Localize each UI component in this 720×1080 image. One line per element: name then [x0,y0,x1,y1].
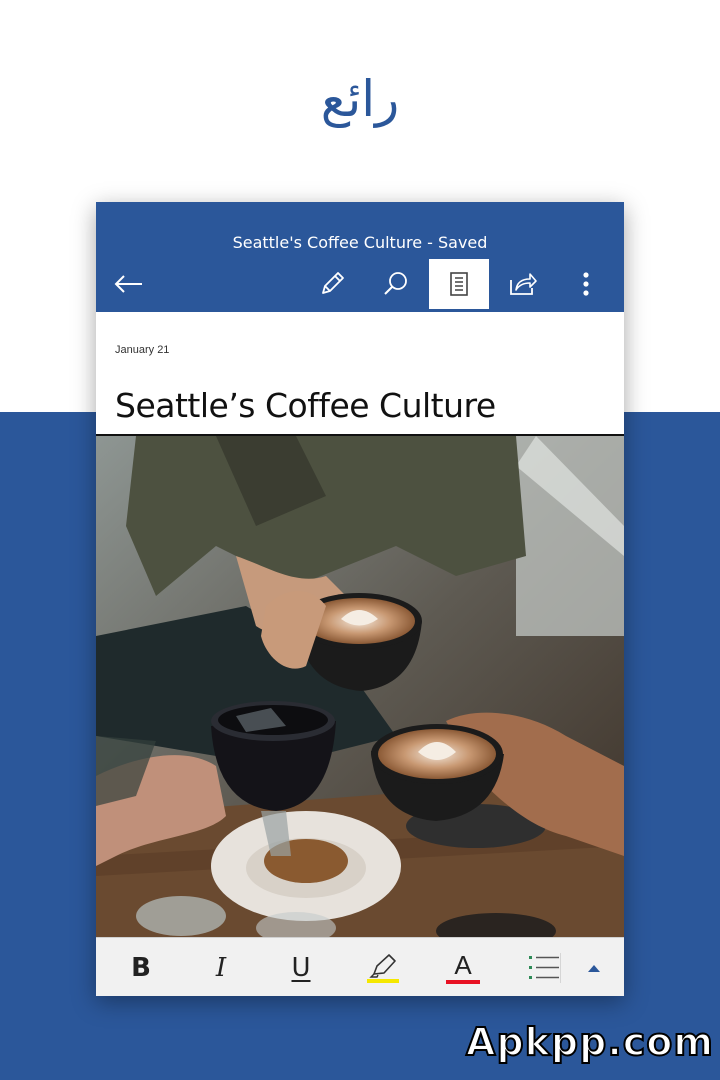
back-button[interactable] [104,260,152,308]
document-photo[interactable] [96,434,624,939]
pencil-icon [322,272,344,294]
document-heading[interactable]: Seattle’s Coffee Culture [115,386,496,425]
reading-view-icon [450,272,468,296]
app-screen: Seattle's Coffee Culture - Saved January… [96,202,624,996]
document-header: January 21 Seattle’s Coffee Culture [96,312,624,436]
search-button[interactable] [372,260,420,308]
edit-button[interactable] [308,260,356,308]
italic-label: I [215,952,227,983]
share-icon [510,273,537,295]
back-arrow-icon [114,275,142,293]
caret-up-icon [587,964,600,972]
more-vertical-icon [583,272,589,296]
highlighter-icon [367,953,399,983]
bold-label: B [131,952,151,983]
expand-toolbar-button[interactable] [566,938,621,996]
font-color-swatch [446,979,480,984]
font-color-button[interactable]: A [428,938,498,996]
watermark: Apkpp.com [465,1019,714,1065]
highlight-button[interactable] [348,938,418,996]
reading-view-button[interactable] [429,259,489,309]
coffee-toast-image [96,436,624,939]
app-bar: Seattle's Coffee Culture - Saved [96,202,624,312]
font-color-label: A [454,949,472,980]
underline-label: U [291,952,311,983]
italic-button[interactable]: I [186,938,256,996]
font-color-group: A [446,952,480,984]
bullet-list-icon [529,952,561,983]
search-icon [384,272,407,295]
document-title: Seattle's Coffee Culture - Saved [232,233,488,252]
document-date: January 21 [115,344,170,356]
formatting-toolbar: B I U A [96,937,624,996]
promo-headline: رائع [320,70,400,128]
more-options-button[interactable] [562,260,610,308]
bold-button[interactable]: B [106,938,176,996]
share-button[interactable] [499,260,547,308]
underline-button[interactable]: U [266,938,336,996]
